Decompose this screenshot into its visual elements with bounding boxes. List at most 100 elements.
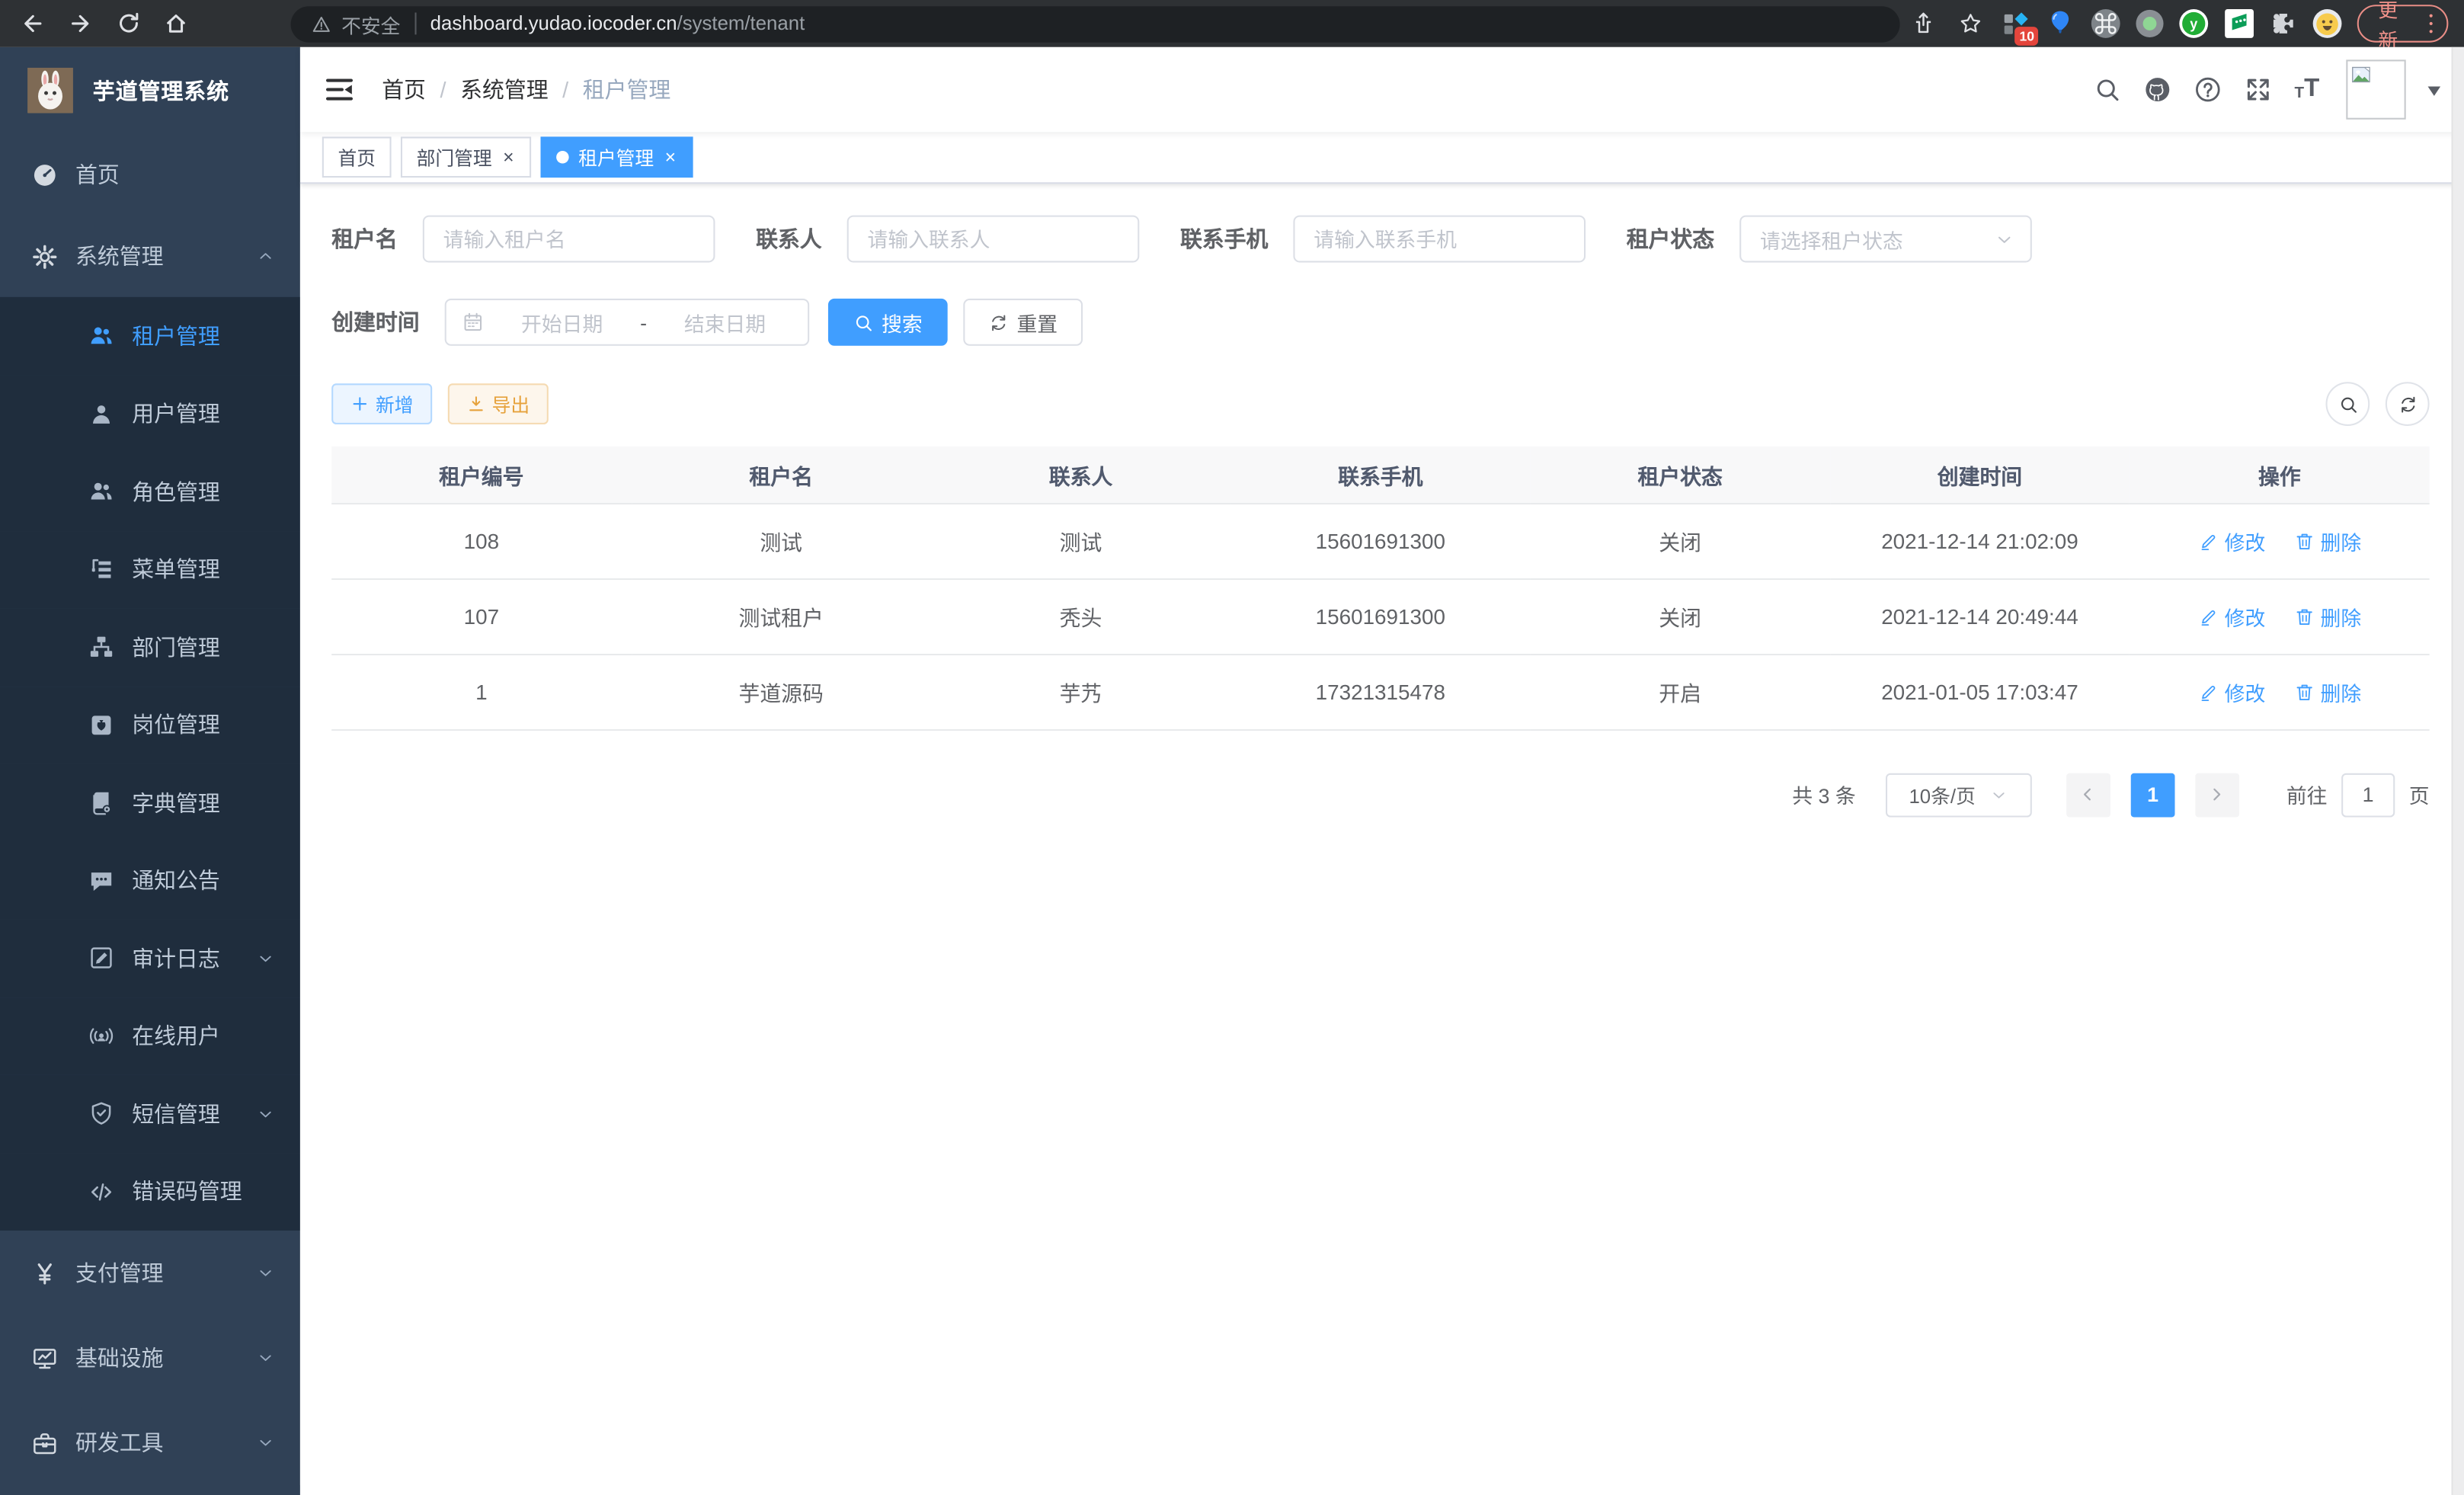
date-range-picker[interactable]: 开始日期 - 结束日期 [445,299,810,346]
user-avatar[interactable] [2346,59,2405,119]
security-label[interactable]: 不安全 [341,8,400,38]
delete-row-link[interactable]: 删除 [2293,601,2361,631]
ext-y-green-icon: y [2178,8,2210,39]
toggle-search-button[interactable] [2326,382,2370,426]
pencil-icon [2198,681,2219,702]
extension-recorder-button[interactable] [2127,0,2171,47]
sidebar-item-dict[interactable]: 字典管理 [0,764,300,841]
sidebar-item-online-user[interactable]: 在线用户 [0,997,300,1075]
errcode-icon [88,1178,115,1205]
sidebar-item-error-code[interactable]: 错误码管理 [0,1153,300,1231]
breadcrumb-system: 系统管理 [460,74,549,105]
sidebar-item-role[interactable]: 角色管理 [0,453,300,530]
sidebar-item-tenant[interactable]: 租户管理 [0,297,300,375]
sidebar-item-label: 部门管理 [132,632,220,663]
sidebar-item-label: 研发工具 [75,1427,164,1458]
chevron-up-icon [256,247,275,266]
browser-home-button[interactable] [152,0,200,47]
url-path: /system/tenant [677,13,805,35]
extension-chat-button[interactable] [2216,0,2261,47]
add-button[interactable]: 新增 [331,383,432,424]
online-icon [88,1023,115,1049]
mobile-field: 联系手机 [1180,216,1586,263]
header-search-icon[interactable] [2093,75,2121,104]
help-icon[interactable] [2194,75,2222,104]
close-tab-icon[interactable]: × [501,146,516,168]
sidebar-item-sms[interactable]: 短信管理 [0,1075,300,1153]
sidebar-item-label: 菜单管理 [132,554,220,585]
profile-avatar[interactable] [2306,0,2350,47]
fullscreen-icon[interactable] [2244,75,2272,104]
extension-balloon-button[interactable] [2039,0,2083,47]
cell-contact: 秃头 [931,578,1230,654]
sidebar-item-audit-log[interactable]: 审计日志 [0,920,300,997]
sidebar-item-menu[interactable]: 菜单管理 [0,530,300,608]
sidebar-item-home[interactable]: 首页 [0,133,300,215]
sidebar-item-system[interactable]: 系统管理 [0,216,300,297]
column-header: 操作 [2130,447,2429,503]
browser-update-button[interactable]: 更新 [2358,5,2449,43]
star-icon [1958,11,1983,36]
avatar-caret-down-icon[interactable] [2428,86,2441,102]
goto-page-input[interactable] [2341,773,2395,817]
browser-back-button[interactable] [9,0,57,47]
next-page-button[interactable] [2195,773,2239,817]
table-row: 1芋道源码芋艿17321315478开启2021-01-05 17:03:47修… [331,654,2429,729]
dict-icon [88,789,115,816]
extensions-menu-button[interactable] [2261,0,2306,47]
page-number-button[interactable]: 1 [2131,773,2175,817]
tab-tenant[interactable]: 租户管理× [541,136,693,178]
edit-row-link[interactable]: 修改 [2198,677,2266,706]
extension-command-button[interactable] [2083,0,2127,47]
arrow-left-icon [21,11,46,36]
tab-dept[interactable]: 部门管理× [401,136,531,178]
edit-row-link[interactable]: 修改 [2198,526,2266,555]
status-select[interactable]: 请选择租户状态 [1739,216,2032,263]
browser-reload-button[interactable] [104,0,152,47]
sidebar-item-label: 错误码管理 [132,1176,242,1207]
cell-created: 2021-12-14 21:02:09 [1830,503,2130,578]
browser-menu-icon[interactable] [2429,14,2433,34]
contact-input[interactable] [847,216,1140,263]
sidebar-item-user[interactable]: 用户管理 [0,375,300,453]
github-icon[interactable] [2143,75,2171,104]
font-size-icon[interactable]: TT [2294,77,2319,102]
sidebar-item-dev-tool[interactable]: 研发工具 [0,1401,300,1485]
sidebar-item-notice[interactable]: 通知公告 [0,841,300,919]
chevron-down-icon [256,1104,275,1123]
scrollbar-track[interactable] [2452,47,2464,1495]
prev-page-button[interactable] [2066,773,2110,817]
svg-text:y: y [2190,16,2198,31]
browser-forward-button[interactable] [57,0,105,47]
sidebar-menu: 首页系统管理租户管理用户管理角色管理菜单管理部门管理岗位管理字典管理通知公告审计… [0,133,300,1485]
sidebar-fold-icon[interactable] [324,74,355,105]
app-logo[interactable]: 芋道管理系统 [0,47,300,133]
tenant-name-input[interactable] [423,216,715,263]
sidebar-item-label: 用户管理 [132,398,220,429]
sidebar-item-dept[interactable]: 部门管理 [0,608,300,686]
bookmark-button[interactable] [1947,0,1994,47]
sidebar-item-post[interactable]: 岗位管理 [0,686,300,764]
cell-id: 1 [331,654,631,729]
page-size-select[interactable]: 10条/页 [1886,773,2032,817]
delete-row-link[interactable]: 删除 [2293,677,2361,706]
delete-row-link[interactable]: 删除 [2293,526,2361,555]
edit-row-link[interactable]: 修改 [2198,601,2266,631]
refresh-table-button[interactable] [2386,382,2430,426]
tab-home[interactable]: 首页 [322,136,392,178]
search-button[interactable]: 搜索 [828,299,948,346]
extension-y-button[interactable]: y [2172,0,2216,47]
close-tab-icon[interactable]: × [664,146,678,168]
export-button[interactable]: 导出 [448,383,549,424]
extension-tabs-button[interactable]: 10 [1994,0,2038,47]
breadcrumb-home[interactable]: 首页 [382,74,426,105]
reset-button[interactable]: 重置 [963,299,1083,346]
mobile-input[interactable] [1293,216,1586,263]
chevron-down-icon [256,1349,275,1368]
sidebar-item-label: 审计日志 [132,943,220,974]
sidebar-item-payment[interactable]: 支付管理 [0,1231,300,1315]
url-bar[interactable]: 不安全 dashboard.yudao.iocoder.cn/system/te… [291,5,1899,41]
share-button[interactable] [1899,0,1947,47]
sidebar-item-infrastructure[interactable]: 基础设施 [0,1315,300,1400]
filter-row-1: 租户名 联系人 联系手机 租户状态 请选择租户状态 [331,216,2429,263]
